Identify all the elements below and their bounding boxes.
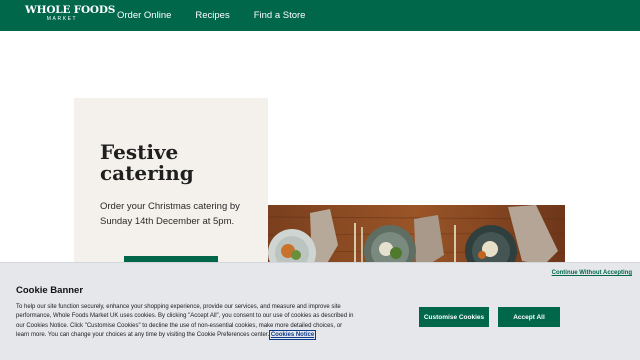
hero-card <box>74 98 268 273</box>
hero-title: Festive catering <box>100 140 194 185</box>
whole-foods-logo[interactable]: WHOLE FOODS MARKET <box>25 4 116 22</box>
logo-wordmark: WHOLE FOODS <box>25 4 116 16</box>
accept-all-button[interactable]: Accept All <box>498 307 560 327</box>
main-nav: Order Online Recipes Find a Store <box>117 0 329 31</box>
hero-description: Order your Christmas catering by Sunday … <box>100 201 240 227</box>
continue-without-accepting-link[interactable]: Continue Without Accepting <box>552 270 632 276</box>
cookie-banner: Continue Without Accepting Cookie Banner… <box>0 262 640 360</box>
nav-find-a-store[interactable]: Find a Store <box>254 10 306 21</box>
cookies-notice-link[interactable]: Cookies Notice <box>268 330 317 341</box>
nav-order-online[interactable]: Order Online <box>117 10 171 21</box>
cookie-banner-title: Cookie Banner <box>16 285 84 296</box>
customise-cookies-button[interactable]: Customise Cookies <box>419 307 489 327</box>
nav-recipes[interactable]: Recipes <box>195 10 229 21</box>
catering-photo <box>268 205 565 265</box>
top-navigation-bar: WHOLE FOODS MARKET Order Online Recipes … <box>0 0 640 31</box>
cookie-banner-text: To help our site function securely, enha… <box>16 303 356 341</box>
logo-subtitle: MARKET <box>46 15 78 22</box>
